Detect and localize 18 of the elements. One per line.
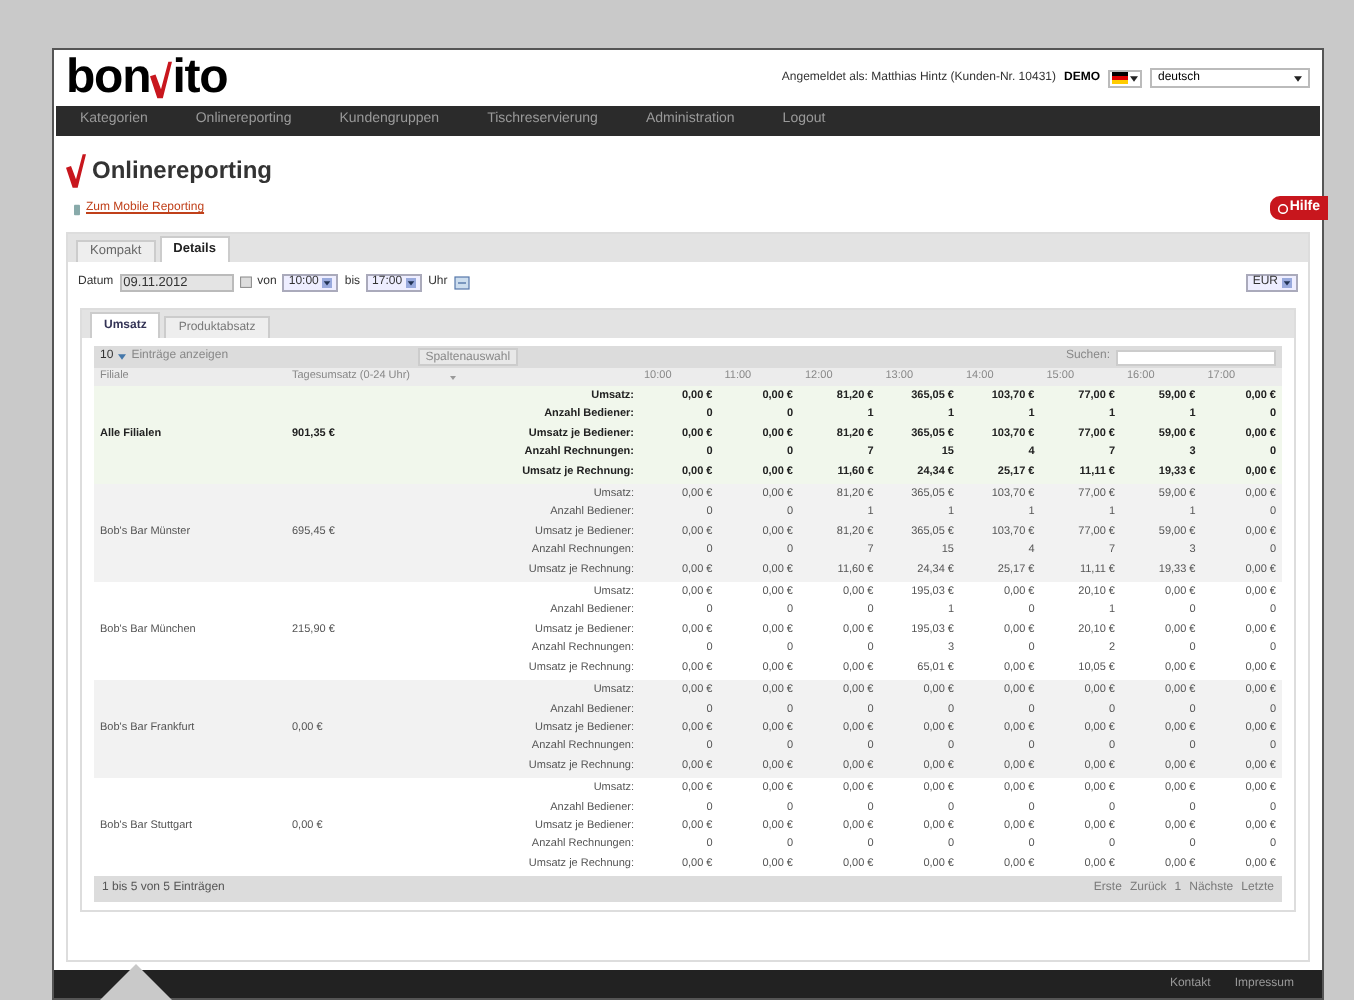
flag-dropdown[interactable]	[1108, 69, 1142, 87]
logo-text: bon	[66, 54, 151, 102]
caret-icon	[322, 277, 333, 287]
caret-icon	[1294, 75, 1302, 81]
logo-text: ito	[172, 54, 228, 102]
search-field[interactable]	[1116, 349, 1276, 365]
logo-check-icon	[150, 60, 173, 100]
page-title: Onlinereporting	[92, 154, 272, 188]
caret-icon	[117, 354, 126, 360]
check-icon	[66, 153, 86, 187]
caret-icon	[1282, 277, 1292, 287]
pointer-triangle	[96, 964, 176, 1000]
phone-icon	[74, 203, 80, 215]
caret-icon	[406, 277, 417, 287]
flag-icon	[1112, 72, 1128, 84]
caret-icon	[450, 375, 456, 379]
caret-icon	[1130, 75, 1138, 81]
help-icon	[1277, 203, 1288, 213]
